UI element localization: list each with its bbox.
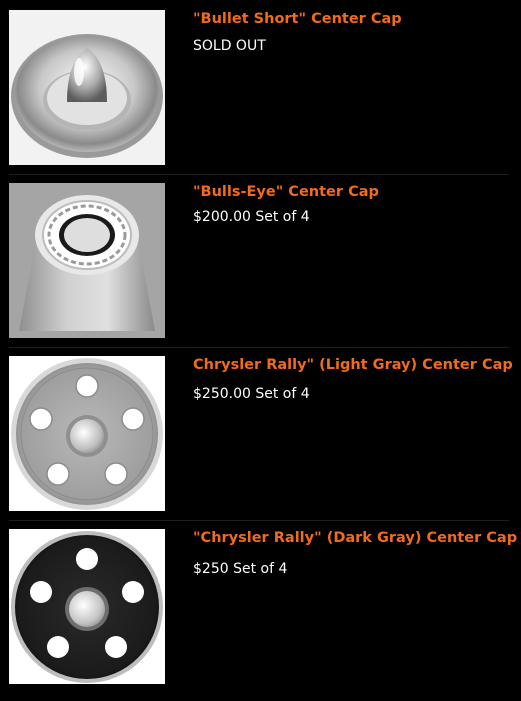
product-price: $250 Set of 4 <box>193 561 288 577</box>
product-price: $200.00 Set of 4 <box>193 209 310 225</box>
rally-light-gray-cap-icon <box>9 356 165 511</box>
divider <box>9 174 509 175</box>
product-price: SOLD OUT <box>193 38 266 54</box>
product-title-link[interactable]: "Bulls-Eye" Center Cap <box>193 182 379 202</box>
product-card: "Bulls-Eye" Center Cap $200.00 Set of 4 <box>9 182 509 355</box>
product-image[interactable] <box>9 10 165 165</box>
rally-dark-gray-cap-icon <box>9 529 165 684</box>
divider <box>9 347 509 348</box>
product-image[interactable] <box>9 529 165 684</box>
product-price: $250.00 Set of 4 <box>193 386 310 402</box>
product-title-link[interactable]: "Chrysler Rally" (Dark Gray) Center Cap <box>193 528 517 548</box>
product-image[interactable] <box>9 356 165 511</box>
product-card: Chrysler Rally" (Light Gray) Center Cap … <box>9 355 513 528</box>
bullet-center-cap-icon <box>9 10 165 165</box>
bullseye-center-cap-icon <box>9 183 165 338</box>
product-title-link[interactable]: "Bullet Short" Center Cap <box>193 9 402 29</box>
divider <box>9 520 509 521</box>
product-card: "Chrysler Rally" (Dark Gray) Center Cap … <box>9 528 517 701</box>
product-image[interactable] <box>9 183 165 338</box>
product-title-link[interactable]: Chrysler Rally" (Light Gray) Center Cap <box>193 355 513 375</box>
product-card: "Bullet Short" Center Cap SOLD OUT <box>9 9 509 182</box>
